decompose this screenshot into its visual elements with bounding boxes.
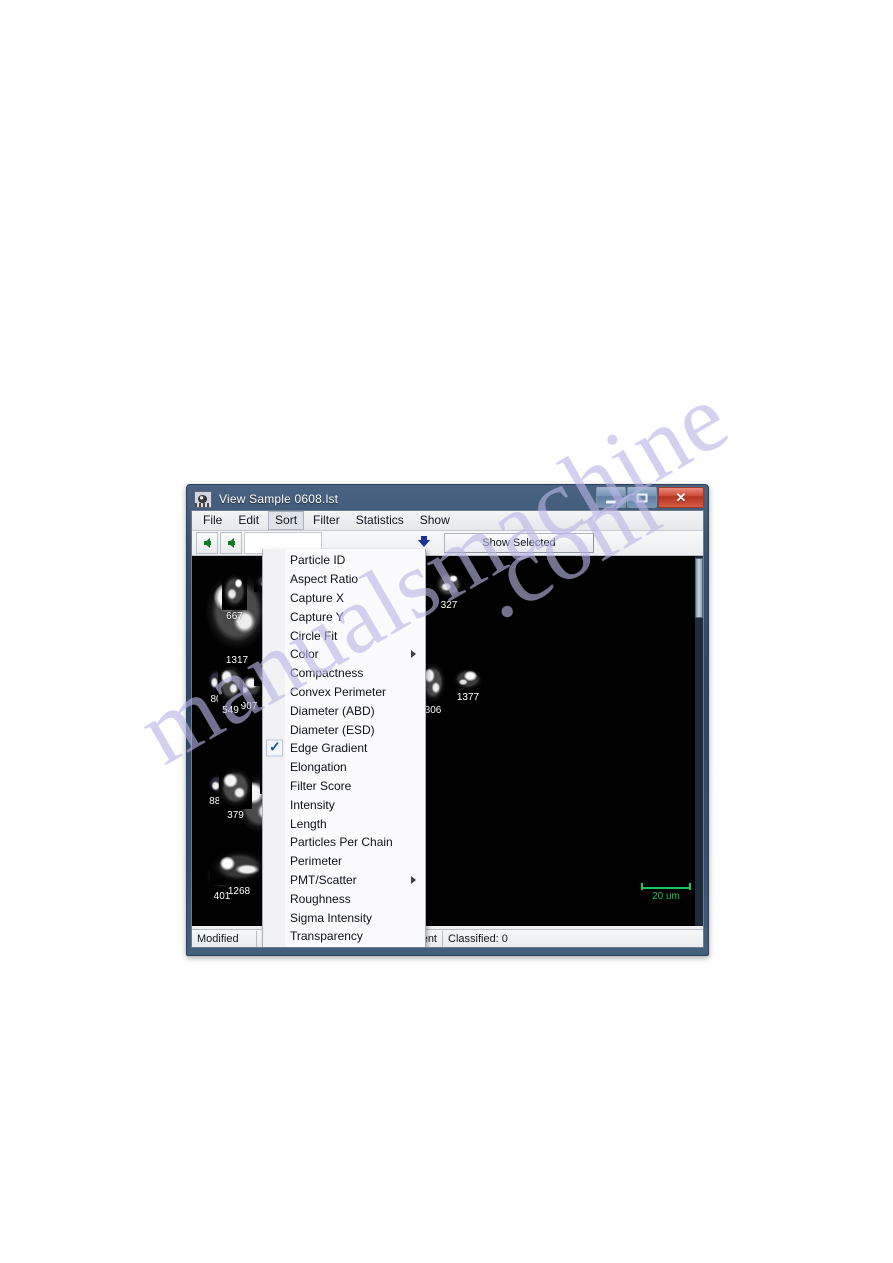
- sort-menu-item-label: Elongation: [290, 760, 347, 775]
- sort-menu-item-label: Length: [290, 816, 327, 831]
- sort-menu-item-width[interactable]: Width: [263, 946, 425, 947]
- scale-bar-label: 20 um: [652, 891, 680, 902]
- particle-thumbnail[interactable]: 549: [218, 663, 243, 716]
- show-selected-button[interactable]: Show Selected: [444, 533, 594, 553]
- green-left-arrow-icon: [228, 538, 235, 548]
- sort-menu-item-label: Intensity: [290, 797, 335, 812]
- particle-thumbnail[interactable]: 379: [219, 766, 252, 821]
- sort-menu-item-capture-x[interactable]: Capture X: [263, 589, 425, 608]
- blue-down-arrow-icon[interactable]: [418, 535, 430, 547]
- sort-menu-item-convex-perimeter[interactable]: Convex Perimeter: [263, 683, 425, 702]
- sort-menu-item-compactness[interactable]: Compactness: [263, 664, 425, 683]
- sort-menu-item-circle-fit[interactable]: Circle Fit: [263, 626, 425, 645]
- particle-id-label: 1268: [227, 886, 251, 897]
- sort-menu-item-capture-y[interactable]: Capture Y: [263, 607, 425, 626]
- sort-menu-item-elongation[interactable]: Elongation: [263, 758, 425, 777]
- particle-thumbnail[interactable]: 1377: [453, 666, 483, 703]
- close-icon[interactable]: [658, 487, 704, 508]
- sort-menu-item-diameter-esd[interactable]: Diameter (ESD): [263, 720, 425, 739]
- particle-image[interactable]: [222, 572, 247, 610]
- sort-menu-item-label: Perimeter: [290, 854, 343, 869]
- particle-id-label: 1377: [456, 692, 480, 703]
- particle-thumbnail[interactable]: 667: [222, 572, 247, 622]
- menu-filter[interactable]: Filter: [306, 511, 347, 530]
- sort-menu-item-color[interactable]: Color: [263, 645, 425, 664]
- sort-menu-item-label: Compactness: [290, 666, 364, 681]
- view-application-window: View Sample 0608.lst File Edit Sort Filt…: [186, 484, 709, 956]
- sort-menu-item-label: Particles Per Chain: [290, 835, 393, 850]
- particle-thumbnail[interactable]: 327: [435, 570, 463, 611]
- green-left-arrow-icon: [204, 538, 211, 548]
- sort-menu-item-sigma-intensity[interactable]: Sigma Intensity: [263, 908, 425, 927]
- sort-menu-item-label: Capture X: [290, 590, 345, 605]
- sort-dropdown-menu[interactable]: Particle ID Aspect Ratio Capture X Capture …: [262, 549, 426, 947]
- minimize-icon[interactable]: [596, 487, 626, 508]
- sort-menu-item-label: Diameter (ESD): [290, 722, 375, 737]
- status-modified: Modified: [192, 930, 257, 947]
- sort-menu-item-particle-id[interactable]: Particle ID: [263, 551, 425, 570]
- sort-menu-item-label: Convex Perimeter: [290, 684, 387, 699]
- scale-bar-rule: [641, 883, 691, 890]
- particle-id-label: 667: [226, 611, 243, 622]
- sort-menu-item-label: PMT/Scatter: [290, 872, 357, 887]
- menu-bar: File Edit Sort Filter Statistics Show: [192, 511, 703, 531]
- particle-image[interactable]: [435, 570, 463, 599]
- vertical-scrollbar[interactable]: [695, 556, 703, 926]
- sort-menu-item-diameter-abd[interactable]: Diameter (ABD): [263, 701, 425, 720]
- sort-menu-item-label: Roughness: [290, 891, 351, 906]
- camera-icon: [194, 490, 212, 508]
- sort-menu-item-label: Transparency: [290, 929, 363, 944]
- scale-bar: 20 um: [641, 883, 691, 902]
- sort-menu-item-label: Capture Y: [290, 609, 344, 624]
- sort-menu-item-filter-score[interactable]: Filter Score: [263, 777, 425, 796]
- particle-id-label: 549: [222, 705, 239, 716]
- particle-image[interactable]: [210, 848, 268, 885]
- sort-menu-item-label: Diameter (ABD): [290, 703, 375, 718]
- checkmark-icon: [266, 739, 283, 757]
- particle-thumbnail[interactable]: 1268: [210, 848, 268, 897]
- title-bar[interactable]: View Sample 0608.lst: [191, 487, 704, 510]
- submenu-chevron-right-icon: [411, 875, 416, 884]
- sort-menu-item-roughness[interactable]: Roughness: [263, 889, 425, 908]
- particle-id-label: 327: [440, 600, 458, 611]
- particle-id-label: 907: [240, 701, 258, 712]
- particle-id-label: 306: [424, 705, 442, 716]
- menu-show[interactable]: Show: [413, 511, 457, 530]
- particle-image[interactable]: [219, 766, 252, 809]
- particle-image[interactable]: [218, 663, 243, 704]
- sort-menu-item-label: Particle ID: [290, 553, 346, 568]
- sort-menu-item-label: Sigma Intensity: [290, 910, 373, 925]
- window-title: View Sample 0608.lst: [219, 492, 339, 506]
- particle-image[interactable]: [453, 666, 483, 691]
- status-classified: Classified: 0: [448, 932, 508, 945]
- sort-menu-item-intensity[interactable]: Intensity: [263, 795, 425, 814]
- submenu-chevron-right-icon: [411, 650, 416, 659]
- menu-file[interactable]: File: [196, 511, 229, 530]
- sort-menu-item-perimeter[interactable]: Perimeter: [263, 852, 425, 871]
- vertical-scrollbar-thumb[interactable]: [695, 558, 703, 618]
- sort-menu-item-transparency[interactable]: Transparency: [263, 927, 425, 946]
- sort-menu-item-label: Filter Score: [290, 778, 352, 793]
- menu-sort[interactable]: Sort: [268, 511, 305, 530]
- back-button[interactable]: [196, 532, 218, 554]
- sort-menu-item-label: Aspect Ratio: [290, 572, 359, 587]
- window-buttons: [596, 487, 704, 508]
- sort-menu-item-particles-per-chain[interactable]: Particles Per Chain: [263, 833, 425, 852]
- sort-menu-item-length[interactable]: Length: [263, 814, 425, 833]
- sort-menu-item-label: Edge Gradient: [290, 741, 368, 756]
- window-client-area: File Edit Sort Filter Statistics Show Sh…: [191, 510, 704, 948]
- menu-edit[interactable]: Edit: [231, 511, 266, 530]
- sort-menu-item-label: Color: [290, 647, 319, 662]
- sort-menu-item-edge-gradient[interactable]: Edge Gradient: [263, 739, 425, 758]
- sort-menu-item-pmt-scatter[interactable]: PMT/Scatter: [263, 871, 425, 890]
- particle-id-label: 379: [227, 810, 244, 821]
- menu-statistics[interactable]: Statistics: [349, 511, 411, 530]
- sort-menu-item-label: Circle Fit: [290, 628, 338, 643]
- sort-menu-item-aspect-ratio[interactable]: Aspect Ratio: [263, 570, 425, 589]
- previous-button[interactable]: [220, 532, 242, 554]
- maximize-icon[interactable]: [627, 487, 657, 508]
